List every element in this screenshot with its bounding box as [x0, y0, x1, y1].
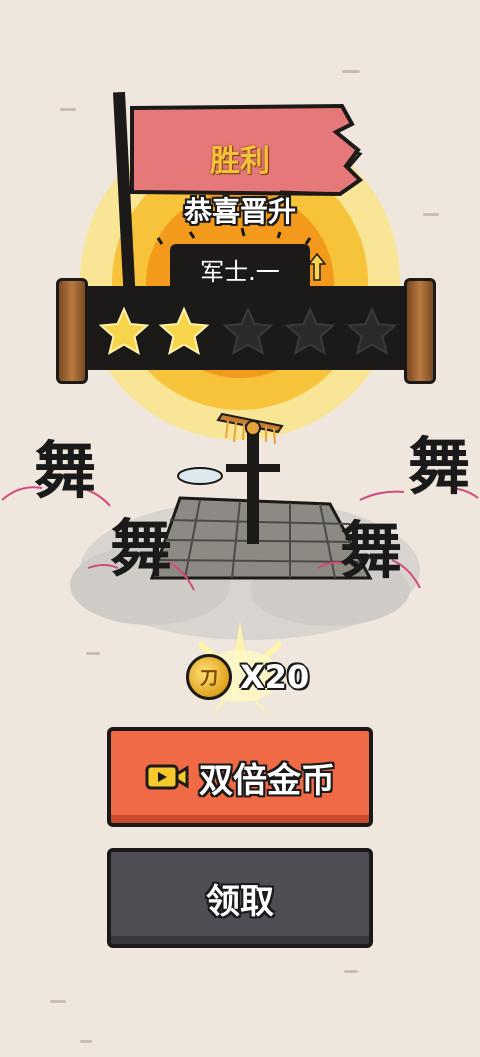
coin-icon: 刀	[186, 654, 232, 700]
victory-banner: 胜利 恭喜晋升 军士.一	[0, 0, 480, 440]
coin-amount: X20	[240, 658, 310, 696]
star-icon-empty	[284, 306, 336, 356]
double-coins-button[interactable]: 双倍金币	[107, 727, 373, 827]
background-dash	[80, 1040, 92, 1043]
star-icon-empty	[346, 306, 398, 356]
double-coins-label: 双倍金币	[199, 760, 335, 801]
background-dash	[50, 1000, 66, 1003]
claim-button[interactable]: 领取	[107, 848, 373, 948]
dance-glyph: 舞	[340, 514, 403, 587]
dance-glyph: 舞	[408, 430, 471, 503]
dance-glyph: 舞	[110, 512, 173, 585]
scroll-roll-left	[56, 278, 88, 384]
rank-up-arrow-icon	[308, 252, 326, 281]
background-dash	[344, 970, 358, 973]
claim-label: 领取	[206, 881, 274, 922]
video-ad-icon	[145, 764, 189, 790]
promotion-subtitle: 恭喜晋升	[183, 195, 296, 228]
star-icon-empty	[222, 306, 274, 356]
scroll-roll-right	[404, 278, 436, 384]
star-icon-filled	[158, 306, 210, 356]
dance-glyph: 舞	[34, 434, 97, 507]
victory-title: 胜利	[210, 144, 270, 179]
star-icon-filled	[98, 306, 150, 356]
reward-row: 刀 X20	[0, 652, 480, 702]
